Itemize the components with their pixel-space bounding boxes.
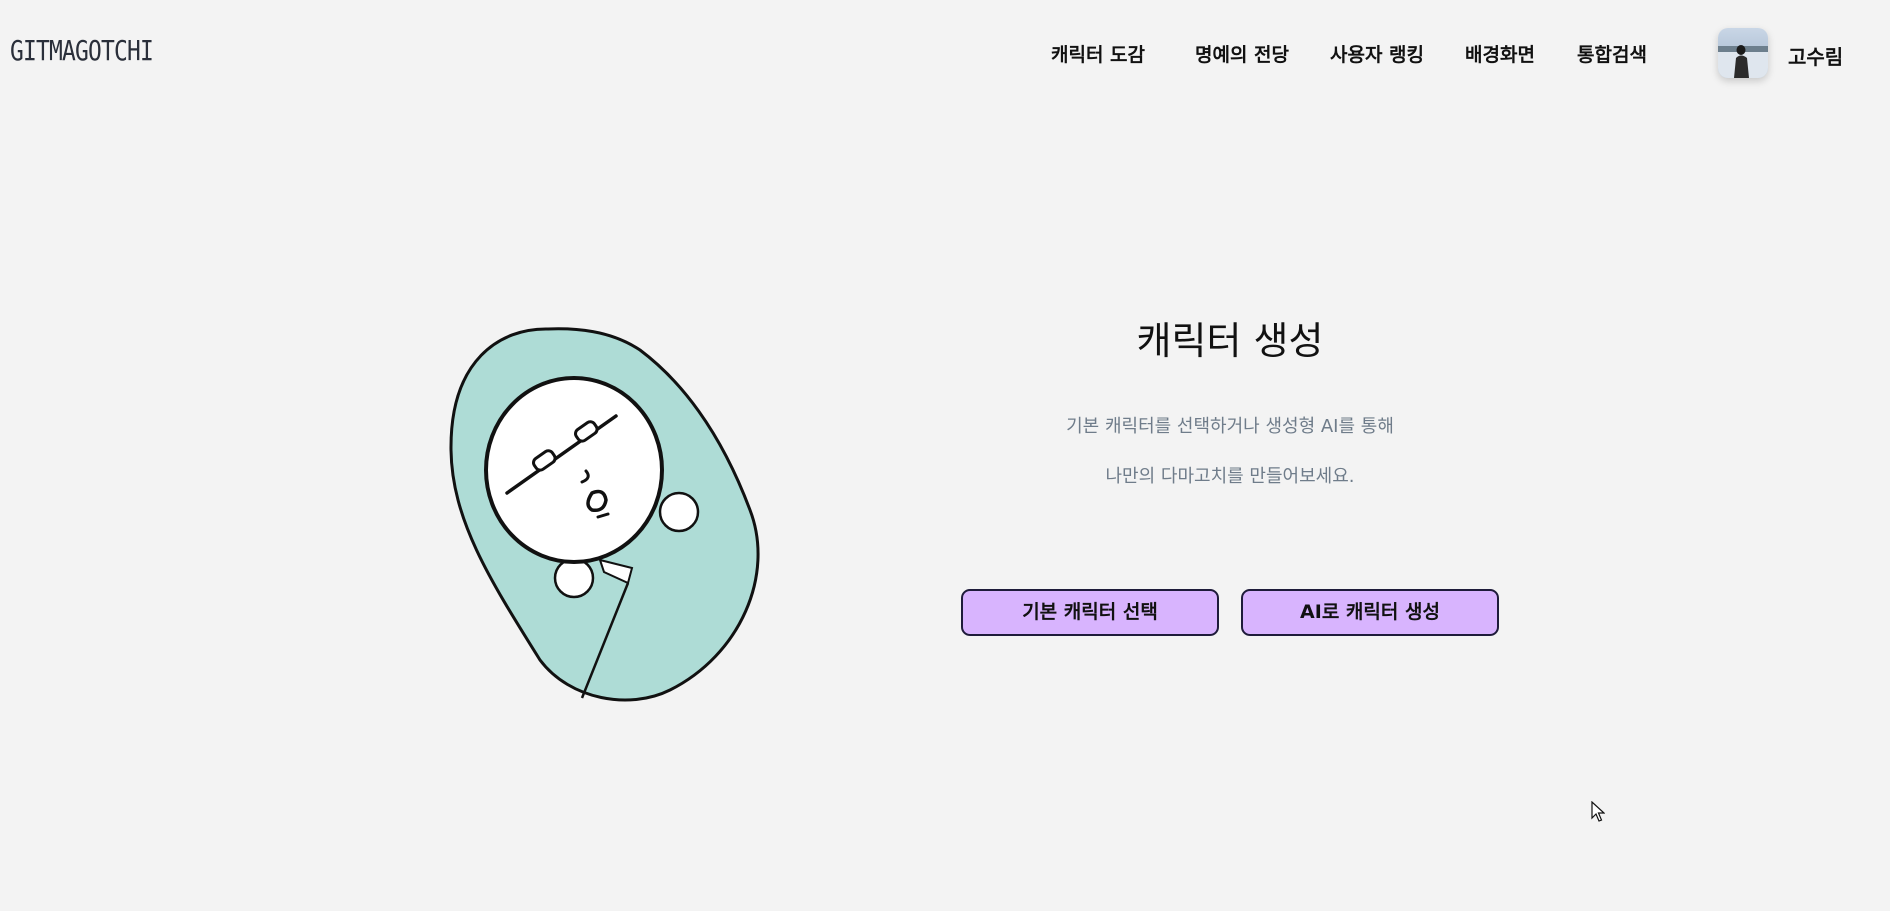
nav-item-hall-of-fame[interactable]: 명예의 전당: [1195, 40, 1289, 67]
select-basic-character-button[interactable]: 기본 캐릭터 선택: [961, 589, 1219, 636]
avatar[interactable]: [1718, 28, 1768, 78]
username: 고수림: [1788, 45, 1844, 69]
mouse-cursor-icon: [1591, 800, 1606, 823]
nav-item-search[interactable]: 통합검색: [1577, 40, 1647, 67]
description-line-2: 나만의 다마고치를 만들어보세요.: [1105, 466, 1355, 487]
nav-item-user-ranking[interactable]: 사용자 랭킹: [1330, 40, 1424, 67]
logo[interactable]: GITMAGOTCHI: [10, 34, 154, 67]
page-title: 캐릭터 생성: [1136, 319, 1324, 363]
nav-item-character-book[interactable]: 캐릭터 도감: [1051, 40, 1145, 67]
description-line-1: 기본 캐릭터를 선택하거나 생성형 AI를 통해: [1066, 416, 1394, 437]
left-hand: [553, 557, 595, 599]
face: [484, 376, 664, 564]
user-profile[interactable]: 고수림: [1718, 28, 1848, 82]
character-illustration: [440, 322, 770, 712]
ai-generate-character-button[interactable]: AI로 캐릭터 생성: [1241, 589, 1499, 636]
right-hand: [658, 491, 700, 533]
nav-item-wallpaper[interactable]: 배경화면: [1465, 40, 1535, 67]
top-header: GITMAGOTCHI 캐릭터 도감 명예의 전당 사용자 랭킹 배경화면 통합…: [0, 0, 1890, 108]
